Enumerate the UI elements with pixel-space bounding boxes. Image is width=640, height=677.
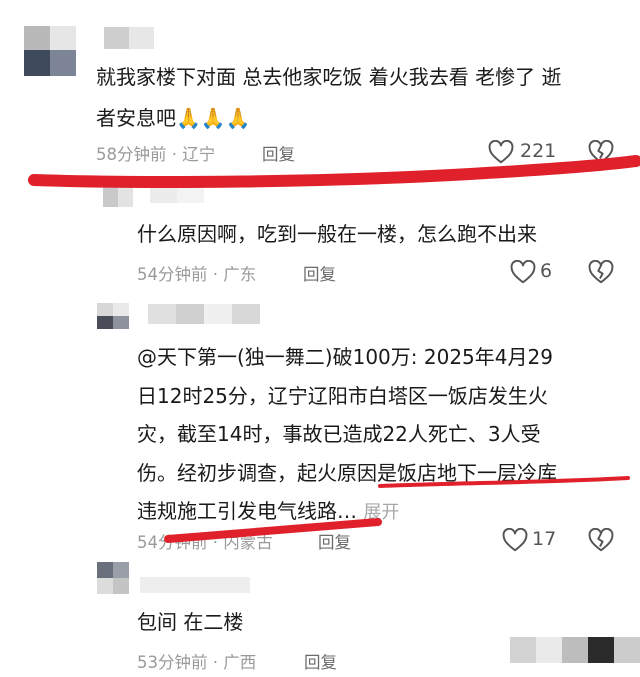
like-count: 221 <box>520 140 557 162</box>
username-blurred[interactable] <box>148 304 260 324</box>
avatar[interactable] <box>24 26 76 76</box>
meta-separator: · <box>212 533 218 552</box>
username-blurred[interactable] <box>104 27 154 49</box>
comment-meta: 54分钟前 · 广东 <box>137 261 256 285</box>
comment-time: 54分钟前 <box>137 265 208 284</box>
broken-heart-icon[interactable] <box>588 528 614 552</box>
comment-time: 53分钟前 <box>137 653 208 672</box>
comment-meta: 53分钟前 · 广西 <box>137 649 256 673</box>
username-blurred[interactable] <box>140 577 250 593</box>
broken-heart-icon[interactable] <box>588 140 614 164</box>
avatar[interactable] <box>97 562 129 594</box>
comment-time: 58分钟前 <box>96 145 167 164</box>
heart-icon[interactable] <box>502 528 528 552</box>
comment-text-line: 者安息吧🙏🙏🙏 <box>96 106 251 130</box>
watermark-blurred <box>510 637 640 663</box>
heart-icon[interactable] <box>488 140 514 164</box>
comment-location: 辽宁 <box>182 145 216 164</box>
comment-location: 广西 <box>223 653 257 672</box>
meta-separator: · <box>171 145 177 164</box>
reply-button[interactable]: 回复 <box>303 261 336 285</box>
expand-link[interactable]: 展开 <box>363 502 399 523</box>
comment-text-line: @天下第一(独一舞二)破100万: 2025年4月29 <box>137 345 553 369</box>
like-count: 17 <box>532 528 557 550</box>
comment-text: 就我家楼下对面 总去他家吃饭 着火我去看 老惨了 逝 者安息吧🙏🙏🙏 <box>96 62 636 134</box>
comment-text: @天下第一(独一舞二)破100万: 2025年4月29 日12时25分，辽宁辽阳… <box>137 338 637 533</box>
comment-location: 内蒙古 <box>223 533 273 552</box>
reply-button[interactable]: 回复 <box>304 649 337 673</box>
comment-text-line: 伤。经初步调查，起火原因是饭店地下一层冷库 <box>137 460 557 485</box>
comment-text-line: 违规施工引发电气线路… 展开 <box>137 499 400 523</box>
comment-location: 广东 <box>223 265 257 284</box>
avatar[interactable] <box>103 185 133 207</box>
meta-separator: · <box>212 265 218 284</box>
comment-text-line: 灾，截至14时，事故已造成22人死亡、3人受 <box>137 422 541 446</box>
avatar[interactable] <box>97 303 129 329</box>
heart-icon[interactable] <box>510 260 536 284</box>
broken-heart-icon[interactable] <box>588 260 614 284</box>
comment-text: 包间 在二楼 <box>137 610 244 634</box>
meta-separator: · <box>212 653 218 672</box>
reply-button[interactable]: 回复 <box>262 141 295 165</box>
comment-text-line: 日12时25分，辽宁辽阳市白塔区一饭店发生火 <box>137 383 548 408</box>
comment-meta: 58分钟前 · 辽宁 <box>96 141 215 165</box>
reply-button[interactable]: 回复 <box>318 529 351 553</box>
comment-time: 54分钟前 <box>137 533 208 552</box>
comment-text: 什么原因啊，吃到一般在一楼，怎么跑不出来 <box>137 222 537 246</box>
pray-emoji: 🙏🙏🙏 <box>176 106 251 130</box>
username-blurred[interactable] <box>150 185 204 203</box>
like-count: 6 <box>540 260 553 282</box>
comment-meta: 54分钟前 · 内蒙古 <box>137 529 273 553</box>
comment-text-line: 就我家楼下对面 总去他家吃饭 着火我去看 老惨了 逝 <box>96 65 562 89</box>
